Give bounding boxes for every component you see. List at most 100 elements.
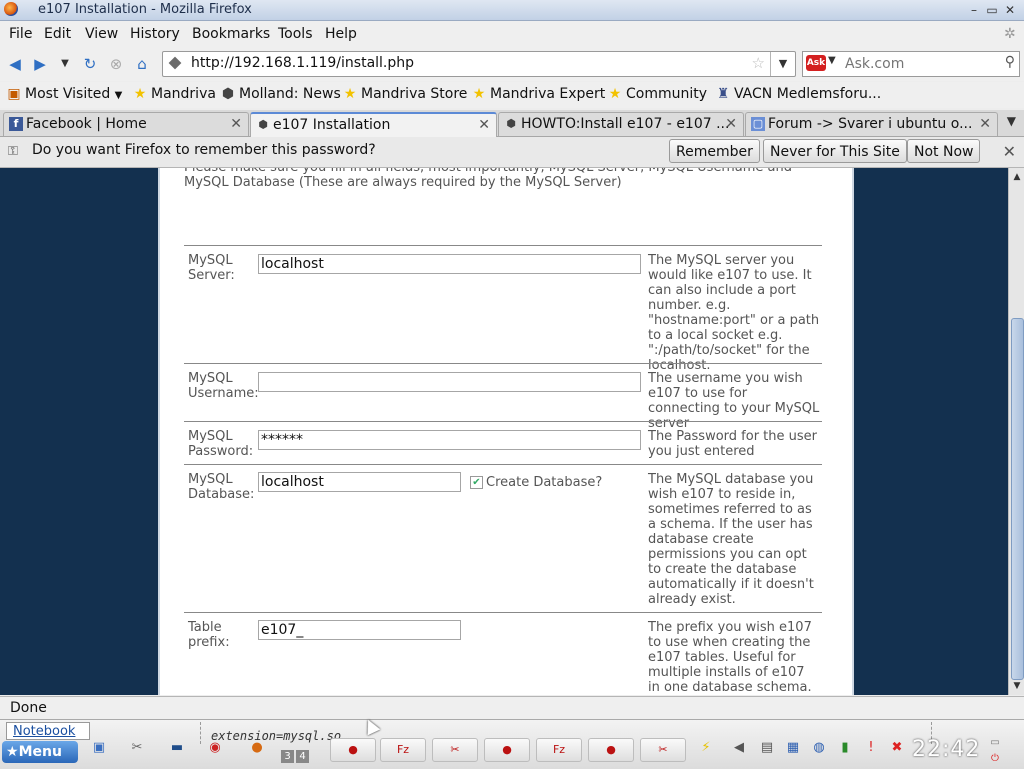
- show-desktop-icon[interactable]: ▣: [90, 739, 108, 757]
- never-for-this-site-button[interactable]: Never for This Site: [763, 139, 907, 163]
- create-database-checkbox[interactable]: ✔: [470, 476, 483, 489]
- start-menu-button[interactable]: ★Menu: [2, 741, 78, 763]
- tab-facebook[interactable]: f Facebook | Home ✕: [3, 112, 249, 136]
- menu-edit[interactable]: Edit: [44, 26, 71, 42]
- close-window-button[interactable]: ✕: [1002, 3, 1018, 17]
- power-icon[interactable]: ⚡: [697, 739, 715, 757]
- forward-button[interactable]: ▶: [31, 55, 49, 73]
- status-bar: Done: [0, 696, 1024, 719]
- scroll-down-icon[interactable]: ▼: [1009, 679, 1024, 693]
- task-firefox[interactable]: ●: [330, 738, 376, 762]
- task-firefox-2[interactable]: ●: [484, 738, 530, 762]
- signal-icon[interactable]: ▮: [836, 739, 854, 757]
- desktop-3[interactable]: 3: [281, 750, 294, 763]
- tools-icon[interactable]: ✂: [128, 739, 146, 757]
- star-icon: ★: [608, 86, 622, 102]
- bookmark-vacn[interactable]: ♜ VACN Medlemsforu...: [715, 86, 881, 102]
- navigation-toolbar: ◀ ▶ ▼ ↻ ⊗ ⌂ http://192.168.1.119/install…: [0, 47, 1024, 81]
- password-notification-bar: ⚿ Do you want Firefox to remember this p…: [0, 137, 1024, 168]
- close-tab-icon[interactable]: ✕: [725, 116, 737, 132]
- scrollbar-thumb[interactable]: [1011, 318, 1024, 680]
- bookmark-label: VACN Medlemsforu...: [734, 86, 882, 102]
- home-icon[interactable]: ⌂: [133, 55, 151, 73]
- bookmark-label: Molland: News: [239, 86, 341, 102]
- not-now-button[interactable]: Not Now: [907, 139, 981, 163]
- search-bar[interactable]: Ask ▼ ⚲: [802, 51, 1020, 77]
- terminal-icon[interactable]: ▬: [168, 739, 186, 757]
- mysql-database-label: MySQL Database:: [188, 472, 255, 502]
- close-tab-icon[interactable]: ✕: [230, 116, 242, 132]
- network-globe-icon[interactable]: ◍: [810, 739, 828, 757]
- menu-view[interactable]: View: [85, 26, 118, 42]
- volume-icon[interactable]: ◀: [730, 739, 748, 757]
- intro-text: Please make sure you fill in all fields,…: [184, 168, 792, 190]
- tab-forum[interactable]: ▢ Forum -> Svarer i ubuntu o... ✕: [745, 112, 998, 136]
- alert-icon[interactable]: !: [862, 739, 880, 757]
- task-filezilla[interactable]: Fz: [380, 738, 426, 762]
- bookmark-molland[interactable]: ⬢ Molland: News: [220, 86, 341, 102]
- mysql-database-input[interactable]: [258, 472, 461, 492]
- vertical-scrollbar[interactable]: ▲ ▼: [1008, 168, 1024, 695]
- minimize-button[interactable]: –: [966, 3, 982, 17]
- bookmark-community[interactable]: ★ Community: [607, 86, 707, 102]
- desktop-taskbar: Notebook ★Menu ▣ ✂ ▬ ◉ ● 34 extension=my…: [0, 719, 1024, 769]
- close-tab-icon[interactable]: ✕: [979, 116, 991, 132]
- bookmark-mandriva-expert[interactable]: ★ Mandriva Expert: [471, 86, 606, 102]
- bookmark-mandriva-store[interactable]: ★ Mandriva Store: [342, 86, 468, 102]
- reload-icon[interactable]: ↻: [81, 55, 99, 73]
- clipboard-icon[interactable]: ▤: [758, 739, 776, 757]
- menu-history[interactable]: History: [130, 26, 180, 42]
- tray-shutdown-icon[interactable]: ⏻: [986, 750, 1004, 768]
- bookmark-star-icon[interactable]: ☆: [752, 54, 765, 72]
- tab-howto[interactable]: ⬢ HOWTO:Install e107 - e107 ... ✕: [498, 112, 744, 136]
- menu-bookmarks[interactable]: Bookmarks: [192, 26, 270, 42]
- close-notification-icon[interactable]: ✕: [1003, 142, 1016, 161]
- history-dropdown-icon[interactable]: ▼: [56, 55, 74, 73]
- stop-icon[interactable]: ⊗: [107, 55, 125, 73]
- ubuntu-forum-icon: ▢: [751, 117, 765, 131]
- vacn-icon: ♜: [716, 86, 730, 102]
- task-firefox-3[interactable]: ●: [588, 738, 634, 762]
- desktop-4[interactable]: 4: [296, 750, 309, 763]
- clock: 22:42: [912, 737, 981, 762]
- table-prefix-input[interactable]: [258, 620, 461, 640]
- star-icon: ★: [472, 86, 486, 102]
- tab-e107-installation[interactable]: ⬢ e107 Installation ✕: [250, 112, 497, 138]
- calendar-icon[interactable]: ▦: [784, 739, 802, 757]
- maximize-button[interactable]: ▭: [984, 3, 1000, 17]
- bookmark-label: Most Visited: [25, 86, 111, 102]
- cross-icon[interactable]: ✖: [888, 739, 906, 757]
- task-filezilla-2[interactable]: Fz: [536, 738, 582, 762]
- mysql-password-input[interactable]: [258, 430, 641, 450]
- url-dropdown-button[interactable]: ▼: [770, 52, 795, 76]
- menu-file[interactable]: File: [9, 26, 32, 42]
- divider: [184, 464, 822, 465]
- engine-dropdown-icon[interactable]: ▼: [828, 55, 836, 66]
- bookmark-mandriva[interactable]: ★ Mandriva: [132, 86, 216, 102]
- window-titlebar[interactable]: e107 Installation - Mozilla Firefox – ▭ …: [0, 0, 1024, 21]
- scroll-up-icon[interactable]: ▲: [1009, 170, 1024, 184]
- menu-help[interactable]: Help: [325, 26, 357, 42]
- list-all-tabs-icon[interactable]: ▼: [1007, 114, 1016, 128]
- divider: [184, 421, 822, 422]
- notebook-tab[interactable]: Notebook: [6, 722, 90, 740]
- search-input[interactable]: [843, 54, 997, 74]
- remember-button[interactable]: Remember: [669, 139, 760, 163]
- mysql-password-label: MySQL Password:: [188, 429, 254, 459]
- menu-tools[interactable]: Tools: [278, 26, 313, 42]
- search-icon[interactable]: ⚲: [1005, 54, 1015, 70]
- divider: [184, 245, 822, 246]
- back-button[interactable]: ◀: [6, 55, 24, 73]
- task-tools[interactable]: ✂: [432, 738, 478, 762]
- url-bar[interactable]: http://192.168.1.119/install.php ☆ ▼: [162, 51, 796, 77]
- window-title: e107 Installation - Mozilla Firefox: [38, 2, 252, 17]
- bookmark-most-visited[interactable]: ▣ Most Visited ▼: [6, 86, 122, 102]
- task-tools-2[interactable]: ✂: [640, 738, 686, 762]
- ask-engine-icon[interactable]: Ask: [806, 55, 826, 71]
- site-identity-icon[interactable]: [168, 56, 182, 70]
- url-text[interactable]: http://192.168.1.119/install.php: [191, 55, 414, 71]
- mysql-server-input[interactable]: [258, 254, 641, 274]
- desktop-pager[interactable]: 34: [281, 750, 311, 763]
- close-tab-icon[interactable]: ✕: [478, 117, 490, 133]
- mysql-username-input[interactable]: [258, 372, 641, 392]
